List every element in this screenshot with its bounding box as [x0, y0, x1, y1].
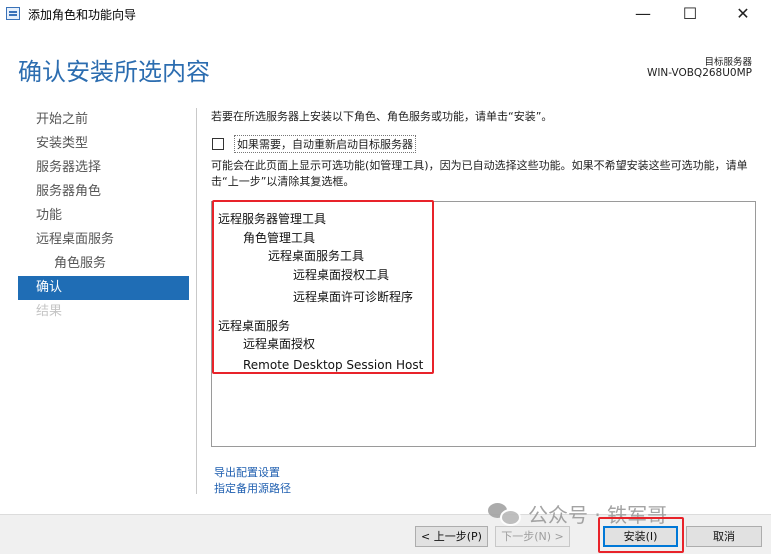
optional-features-note: 可能会在此页面上显示可选功能(如管理工具)，因为已自动选择这些功能。如果不希望安…: [211, 159, 748, 188]
restart-checkbox-row[interactable]: 如果需要，自动重新启动目标服务器: [212, 135, 416, 153]
feature-item: 远程桌面授权工具: [293, 268, 390, 282]
step-role-services[interactable]: 角色服务: [18, 252, 189, 276]
sidebar-divider: [196, 108, 197, 494]
alternate-source-path-link[interactable]: 指定备用源路径: [214, 480, 291, 496]
feature-item: 远程桌面许可诊断程序: [293, 290, 414, 304]
step-server-roles[interactable]: 服务器角色: [18, 180, 189, 204]
install-highlight-frame: [598, 517, 684, 553]
wizard-step-nav: 开始之前 安装类型 服务器选择 服务器角色 功能 远程桌面服务 角色服务 确认 …: [18, 108, 189, 324]
minimize-button[interactable]: —: [620, 0, 666, 30]
next-button: 下一步(N) >: [495, 526, 570, 547]
feature-item: 角色管理工具: [243, 231, 316, 245]
page-title: 确认安装所选内容: [18, 58, 210, 86]
selected-features-list[interactable]: 远程服务器管理工具 角色管理工具 远程桌面服务工具 远程桌面授权工具 远程桌面许…: [211, 200, 756, 447]
step-features[interactable]: 功能: [18, 204, 189, 228]
wizard-app-icon: [6, 7, 20, 20]
instruction-text: 若要在所选服务器上安装以下角色、角色服务或功能，请单击“安装”。: [211, 110, 553, 123]
restart-checkbox[interactable]: [212, 138, 224, 150]
restart-checkbox-label[interactable]: 如果需要，自动重新启动目标服务器: [234, 135, 416, 153]
step-installation-type[interactable]: 安装类型: [18, 132, 189, 156]
previous-button[interactable]: < 上一步(P): [415, 526, 488, 547]
main-content: 若要在所选服务器上安装以下角色、角色服务或功能，请单击“安装”。 如果需要，自动…: [211, 108, 756, 495]
title-bar: 添加角色和功能向导 — ☐ ✕: [0, 0, 771, 30]
step-confirmation[interactable]: 确认: [18, 276, 189, 300]
feature-item: 远程桌面授权: [243, 337, 316, 351]
feature-item: Remote Desktop Session Host: [243, 358, 424, 372]
step-results: 结果: [36, 304, 63, 319]
step-remote-desktop-services[interactable]: 远程桌面服务: [18, 228, 189, 252]
cancel-button[interactable]: 取消: [686, 526, 762, 547]
feature-item: 远程桌面服务工具: [268, 249, 365, 263]
step-server-selection[interactable]: 服务器选择: [18, 156, 189, 180]
window-title: 添加角色和功能向导: [28, 8, 137, 22]
feature-item: 远程桌面服务: [218, 319, 291, 333]
maximize-button[interactable]: ☐: [667, 0, 713, 30]
close-button[interactable]: ✕: [720, 0, 766, 30]
target-server-name: WIN-VOBQ268U0MP: [646, 67, 752, 79]
export-configuration-link[interactable]: 导出配置设置: [214, 464, 280, 480]
target-server-label: 目标服务器: [704, 57, 752, 68]
step-before-you-begin[interactable]: 开始之前: [18, 108, 189, 132]
feature-item: 远程服务器管理工具: [218, 212, 327, 226]
wechat-icon: [488, 501, 521, 526]
